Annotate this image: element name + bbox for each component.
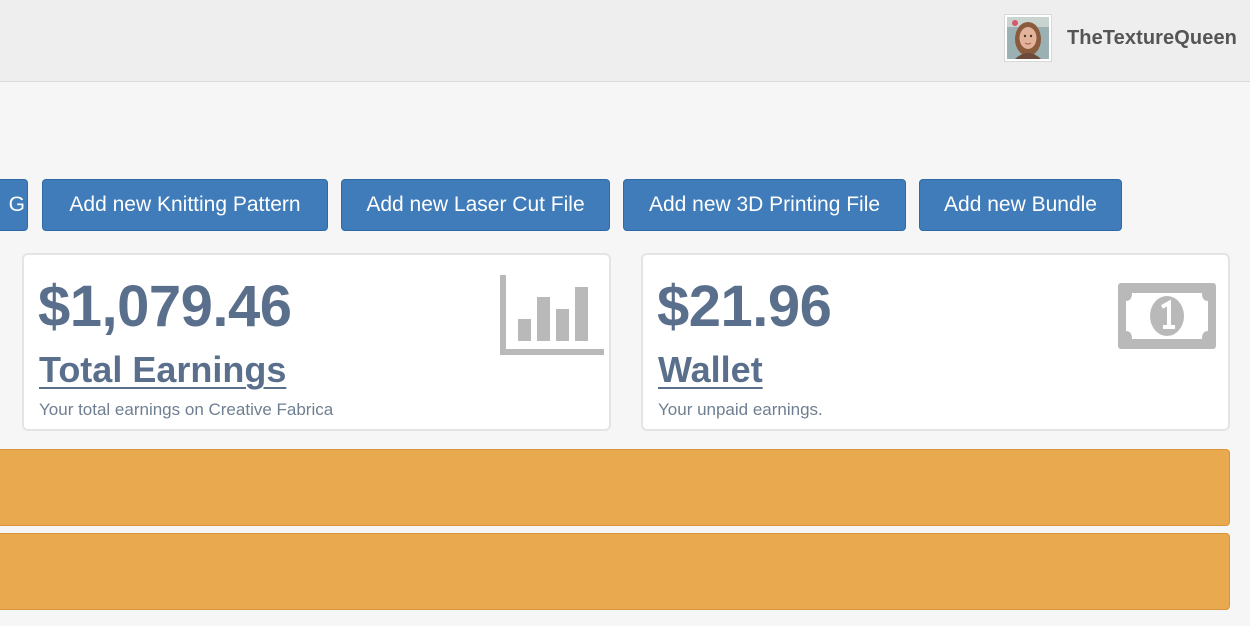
notice-banner-1 xyxy=(0,449,1230,526)
user-menu[interactable]: TheTextureQueen xyxy=(1004,15,1237,61)
bar-chart-icon xyxy=(500,275,604,355)
total-earnings-card: $1,079.46 Total Earnings Your total earn… xyxy=(22,253,611,431)
wallet-link[interactable]: Wallet xyxy=(658,349,763,391)
wallet-amount: $21.96 xyxy=(657,274,832,339)
wallet-card: $21.96 Wallet Your unpaid earnings. xyxy=(641,253,1230,431)
top-bar: TheTextureQueen xyxy=(0,0,1250,82)
add-laser-cut-file-button[interactable]: Add new Laser Cut File xyxy=(341,179,610,231)
add-bundle-button[interactable]: Add new Bundle xyxy=(919,179,1122,231)
avatar-image xyxy=(1006,17,1049,59)
add-svg-button[interactable]: G xyxy=(0,179,28,231)
add-knitting-pattern-button[interactable]: Add new Knitting Pattern xyxy=(42,179,328,231)
earnings-amount: $1,079.46 xyxy=(38,274,292,339)
add-3d-printing-file-button[interactable]: Add new 3D Printing File xyxy=(623,179,906,231)
money-icon xyxy=(1118,283,1216,349)
total-earnings-link[interactable]: Total Earnings xyxy=(39,349,286,391)
avatar[interactable] xyxy=(1004,15,1051,61)
earnings-subtitle: Your total earnings on Creative Fabrica xyxy=(39,400,334,419)
notice-banner-2 xyxy=(0,533,1230,610)
username[interactable]: TheTextureQueen xyxy=(1067,27,1237,50)
wallet-subtitle: Your unpaid earnings. xyxy=(658,400,823,419)
